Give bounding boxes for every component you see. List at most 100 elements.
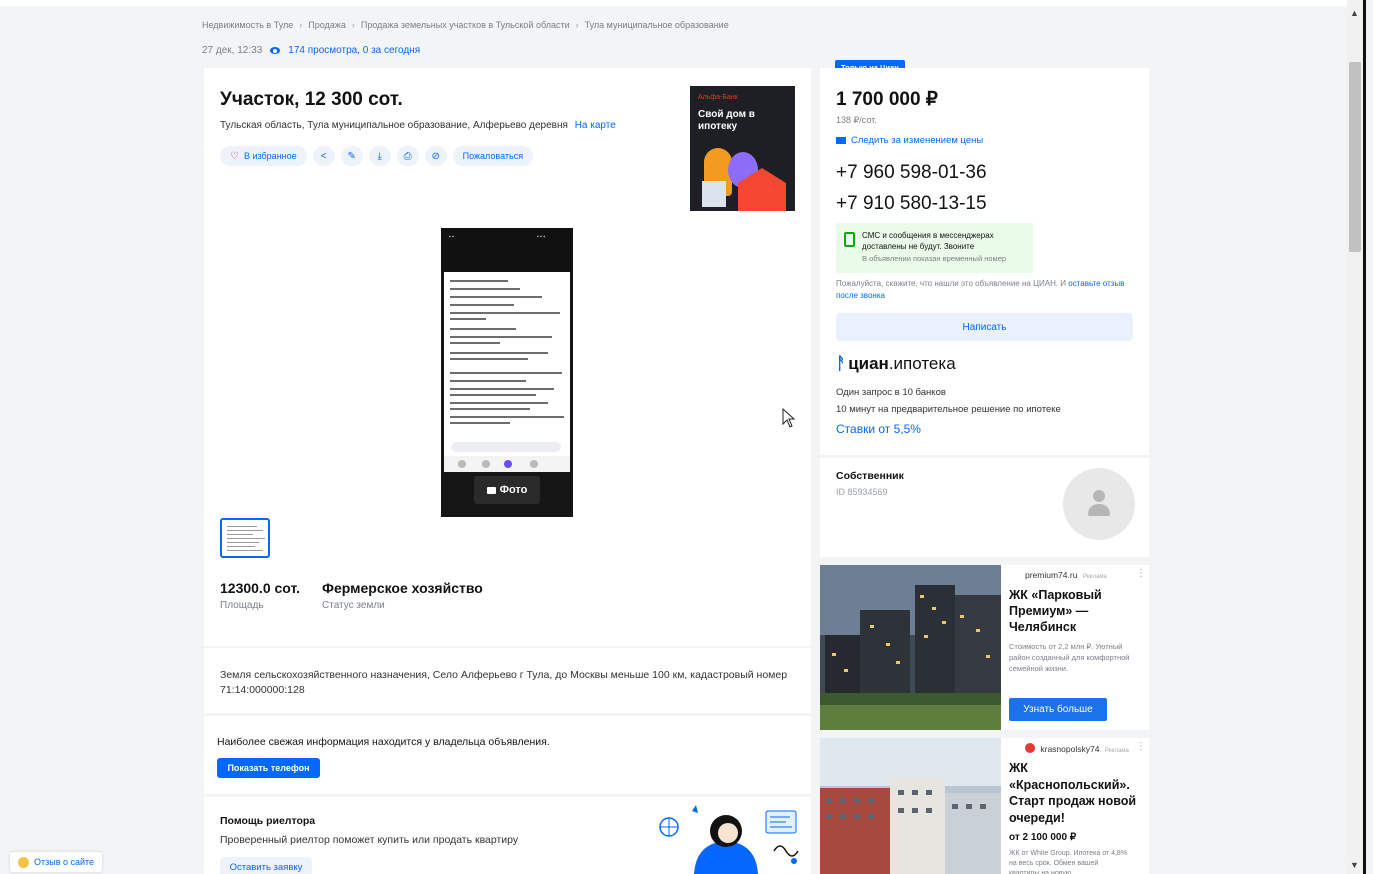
logo-bold: циан: [848, 354, 889, 373]
ad-tag: Реклама: [1104, 748, 1129, 754]
sms-notice: СМС и сообщения в мессенджерах доставлен…: [836, 223, 1033, 273]
camera-icon: [486, 486, 496, 494]
complain-button[interactable]: Пожаловаться: [452, 146, 534, 166]
smile-icon: [18, 856, 29, 868]
favorite-button[interactable]: ♡ В избранное: [220, 146, 307, 166]
tell-text: Пожалуйста, скажите, что нашли это объяв…: [836, 279, 1067, 288]
fresh-info-text: Наиболее свежая информация находится у в…: [217, 736, 550, 748]
edit-icon[interactable]: ✎: [340, 146, 363, 166]
share-icon[interactable]: <: [312, 146, 335, 166]
more-options-icon[interactable]: ⋮: [1136, 741, 1146, 752]
owner-title: Собственник: [836, 470, 904, 482]
sms-notice-text: СМС и сообщения в мессенджерах доставлен…: [862, 231, 994, 251]
realtor-help-subtitle: Проверенный риелтор поможет купить или п…: [220, 834, 519, 846]
listing-description: Земля сельскохозяйственного назначения, …: [220, 669, 788, 696]
feedback-label: Отзыв о сайте: [34, 857, 95, 867]
banner-shape: [702, 181, 726, 207]
cian-mortgage-logo[interactable]: ᚨ циан .ипотека: [836, 354, 956, 374]
area-value: 12300.0 сот.: [220, 580, 301, 596]
listing-actions: ♡ В избранное < ✎ ⤓ ⎙ ⊘ Пожаловаться: [220, 146, 534, 166]
listing-params: 12300.0 сот. Площадь Фермерское хозяйств…: [220, 580, 483, 611]
breadcrumb-separator-icon: ›: [575, 20, 579, 30]
ad-description: ЖК от White Group. Ипотека от 4,8% на ве…: [1009, 850, 1128, 874]
phone-number-1[interactable]: +7 960 598-01-36: [836, 162, 987, 184]
bank-name: Альфа-Банк: [698, 94, 738, 101]
banner-text: Свой дом в ипотеку: [698, 109, 755, 132]
ad-source-domain: krasnopolsky74: [1040, 744, 1100, 754]
browser-url-bar: [451, 442, 561, 452]
more-options-icon[interactable]: ⋮: [1136, 568, 1146, 579]
scrollbar-thumb[interactable]: [1349, 62, 1361, 252]
breadcrumb-separator-icon: ›: [351, 20, 355, 30]
ad-source: premium74.ru Реклама: [1025, 570, 1107, 580]
mortgage-line-1: Один запрос в 10 банков: [836, 387, 946, 398]
land-status-value: Фермерское хозяйство: [322, 580, 483, 596]
favorite-label: В избранное: [243, 151, 297, 161]
ad-title: ЖК «Парковый Премиум» — Челябинск: [1009, 588, 1102, 634]
learn-more-button[interactable]: Узнать больше: [1009, 698, 1107, 721]
ad-tag: Реклама: [1082, 574, 1107, 580]
eye-icon: [270, 47, 281, 54]
breadcrumb-separator-icon: ›: [299, 20, 303, 30]
download-icon[interactable]: ⤓: [368, 146, 391, 166]
realtor-illustration: [659, 805, 799, 874]
realtor-help-title: Помощь риелтора: [220, 815, 316, 827]
phone-status-bar: ▪ ▪ ▪ ▪ ▪: [441, 228, 573, 272]
price-contact-card: 1 700 000 ₽ 138 ₽/сот. Следить за измене…: [820, 68, 1149, 455]
heart-icon: ♡: [230, 150, 239, 162]
feedback-button[interactable]: Отзыв о сайте: [10, 852, 103, 872]
ad-source-domain: premium74.ru: [1025, 570, 1078, 580]
hide-icon[interactable]: ⊘: [424, 146, 447, 166]
fresh-info-card: Наиболее свежая информация находится у в…: [204, 716, 811, 794]
browser-nav-bar: [444, 456, 570, 472]
photo-label: Фото: [499, 484, 528, 496]
photo-count-badge[interactable]: Фото: [474, 476, 540, 504]
phone-icon: [844, 232, 855, 247]
listing-meta: 27 дек, 12:33 174 просмотра, 0 за сегодн…: [202, 45, 420, 56]
photo-thumbnail[interactable]: [220, 518, 270, 558]
price: 1 700 000 ₽: [836, 89, 938, 110]
print-icon[interactable]: ⎙: [396, 146, 419, 166]
building-image: [820, 738, 1001, 874]
breadcrumb: Недвижимость в Туле › Продажа › Продажа …: [202, 20, 729, 30]
mortgage-line-2: 10 минут на предварительное решение по и…: [836, 404, 1061, 415]
write-message-button[interactable]: Написать: [836, 313, 1133, 341]
top-strip: [0, 0, 1365, 6]
cian-pin-icon: ᚨ: [836, 354, 847, 373]
mortgage-rates-link[interactable]: Ставки от 5,5%: [836, 422, 921, 436]
owner-card: Собственник ID 85934569: [820, 458, 1149, 557]
tell-notice: Пожалуйста, скажите, что нашли это объяв…: [836, 278, 1136, 302]
views-count[interactable]: 174 просмотра, 0 за сегодня: [288, 45, 420, 56]
breadcrumb-item[interactable]: Продажа: [308, 20, 346, 30]
window-edge: [1363, 0, 1366, 874]
ad-title: ЖК «Краснопольский». Старт продаж новой …: [1009, 761, 1137, 825]
breadcrumb-item[interactable]: Продажа земельных участков в Тульской об…: [361, 20, 570, 30]
listing-address: Тульская область, Тула муниципальное обр…: [220, 120, 616, 131]
mortgage-banner-ad[interactable]: Альфа-Банк Свой дом в ипотеку: [690, 86, 795, 211]
leave-request-button[interactable]: Оставить заявку: [220, 857, 312, 874]
ad-description: Стоимость от 2,2 млн ₽. Уютный район соз…: [1009, 642, 1130, 673]
address-text: Тульская область, Тула муниципальное обр…: [220, 120, 568, 131]
building-image: [820, 565, 1001, 730]
show-phone-button[interactable]: Показать телефон: [217, 758, 320, 778]
page-title: Участок, 12 300 сот.: [220, 89, 403, 110]
follow-price-label: Следить за изменением цены: [851, 135, 984, 146]
sidebar-ad[interactable]: premium74.ru Реклама ⋮ ЖК «Парковый Прем…: [820, 565, 1149, 730]
land-status-label: Статус земли: [322, 600, 385, 611]
scroll-up-arrow-icon[interactable]: ▲: [1350, 8, 1359, 18]
realtor-help-card: Помощь риелтора Проверенный риелтор помо…: [204, 797, 811, 874]
ad-price: от 2 100 000 ₽: [1009, 832, 1077, 843]
listing-photo[interactable]: ▪ ▪ ▪ ▪ ▪ Фото: [441, 228, 573, 517]
breadcrumb-item[interactable]: Тула муниципальное образование: [585, 20, 729, 30]
sidebar-ad[interactable]: krasnopolsky74 Реклама ⋮ ЖК «Краснопольс…: [820, 738, 1149, 874]
brand-logo-icon: [1025, 743, 1035, 753]
phone-number-2[interactable]: +7 910 580-13-15: [836, 193, 987, 215]
avatar: [1063, 468, 1135, 540]
follow-price-link[interactable]: Следить за изменением цены: [836, 135, 983, 146]
breadcrumb-item[interactable]: Недвижимость в Туле: [202, 20, 293, 30]
scroll-down-arrow-icon[interactable]: ▼: [1350, 860, 1359, 870]
sms-notice-subtext: В объявлении показан временный номер: [862, 254, 1007, 263]
price-per-unit: 138 ₽/сот.: [836, 115, 877, 125]
description-card: Земля сельскохозяйственного назначения, …: [204, 648, 811, 713]
map-link[interactable]: На карте: [575, 120, 616, 131]
